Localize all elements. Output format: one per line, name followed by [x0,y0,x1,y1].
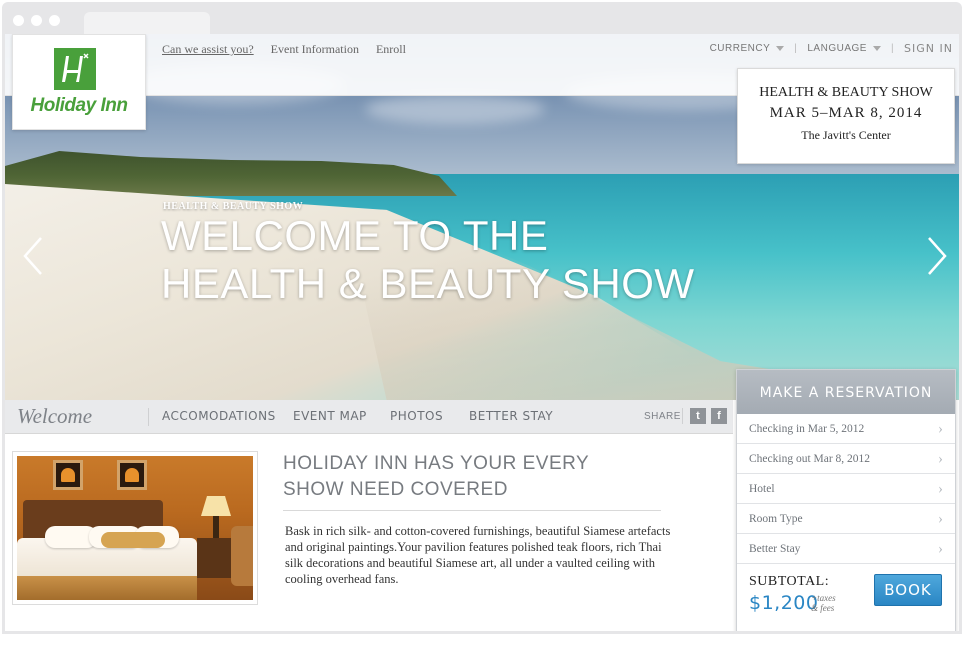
window-zoom-dot[interactable] [49,15,60,26]
chevron-right-icon: › [938,421,943,437]
chevron-left-icon [23,237,42,275]
assist-link[interactable]: Can we assist you? [162,42,254,56]
window-close-dot[interactable] [13,15,24,26]
event-information-link[interactable]: Event Information [271,42,359,56]
currency-label: CURRENCY [709,43,771,54]
carousel-prev-button[interactable] [19,234,49,278]
hero-kicker: HEALTH & BEAUTY SHOW [163,201,304,212]
utility-links: Can we assist you? Event Information Enr… [162,42,420,57]
caret-down-icon [872,46,881,51]
hero-title-line-2: HEALTH & BEAUTY SHOW [161,260,695,307]
event-venue: The Javitt's Center [801,128,891,142]
chevron-right-icon: › [938,451,943,467]
nav-event-map[interactable]: EVENT MAP [293,409,367,423]
check-out-label: Checking out Mar 8, 2012 [749,453,871,465]
twitter-icon[interactable]: t [690,408,706,424]
browser-titlebar [2,2,962,36]
logo-h-icon [54,48,96,90]
holiday-inn-logo[interactable]: Holiday Inn [12,34,146,130]
better-stay-field[interactable]: Better Stay › [737,534,955,564]
share-label: SHARE [644,411,681,422]
taxes-fees-note: +taxes & fees [811,593,836,613]
event-dates: MAR 5–MAR 8, 2014 [769,105,923,121]
currency-dropdown[interactable]: CURRENCY [710,43,785,54]
hotel-label: Hotel [749,483,775,495]
event-name: HEALTH & BEAUTY SHOW [759,85,933,100]
hero-title-line-1: WELCOME TO THE [161,212,549,259]
check-in-label: Checking in Mar 5, 2012 [749,423,865,435]
chevron-right-icon: › [938,541,943,557]
account-controls: CURRENCY | LANGUAGE | SIGN IN [709,42,953,55]
content-heading-line-1: HOLIDAY INN HAS YOUR EVERY [283,453,590,474]
fees-line-2: & fees [811,603,835,613]
language-dropdown[interactable]: LANGUAGE [807,43,881,54]
hotel-room-photo [12,451,258,605]
hotel-field[interactable]: Hotel › [737,474,955,504]
nav-photos[interactable]: PHOTOS [390,409,443,423]
subtotal-label: SUBTOTAL: [749,574,830,589]
room-type-label: Room Type [749,513,803,525]
better-stay-label: Better Stay [749,543,801,555]
browser-window: HEALTH & BEAUTY SHOW WELCOME TO THE HEAL… [0,0,964,650]
browser-tab[interactable] [84,12,210,36]
chevron-right-icon: › [938,511,943,527]
book-button[interactable]: BOOK [874,574,942,606]
facebook-icon[interactable]: f [711,408,727,424]
window-minimize-dot[interactable] [31,15,42,26]
page-viewport: HEALTH & BEAUTY SHOW WELCOME TO THE HEAL… [2,34,962,634]
content-heading: HOLIDAY INN HAS YOUR EVERY SHOW NEED COV… [283,451,663,503]
caret-down-icon [776,46,785,51]
chevron-right-icon [928,237,947,275]
event-info-card: HEALTH & BEAUTY SHOW MAR 5–MAR 8, 2014 T… [737,68,955,164]
content-divider [283,510,661,511]
content-heading-line-2: SHOW NEED COVERED [283,479,508,500]
nav-accomodations[interactable]: ACCOMODATIONS [162,409,276,423]
enroll-link[interactable]: Enroll [376,42,406,56]
fees-line-1: +taxes [811,593,836,603]
subtotal-amount: $1,200 [749,592,819,614]
section-navigation: Welcome ACCOMODATIONS EVENT MAP PHOTOS B… [5,400,733,434]
welcome-label: Welcome [17,404,93,428]
check-out-field[interactable]: Checking out Mar 8, 2012 › [737,444,955,474]
reservation-panel: MAKE A RESERVATION Checking in Mar 5, 20… [736,369,956,631]
sign-in-link[interactable]: SIGN IN [904,42,953,55]
nav-better-stay[interactable]: BETTER STAY [469,409,553,423]
content-body: Bask in rich silk- and cotton-covered fu… [285,524,671,586]
check-in-field[interactable]: Checking in Mar 5, 2012 › [737,414,955,444]
room-type-field[interactable]: Room Type › [737,504,955,534]
chevron-right-icon: › [938,481,943,497]
logo-wordmark: Holiday Inn [30,95,128,116]
hero-title: WELCOME TO THE HEALTH & BEAUTY SHOW [161,212,781,308]
language-label: LANGUAGE [807,43,867,54]
carousel-next-button[interactable] [921,234,951,278]
reservation-title: MAKE A RESERVATION [737,370,955,414]
